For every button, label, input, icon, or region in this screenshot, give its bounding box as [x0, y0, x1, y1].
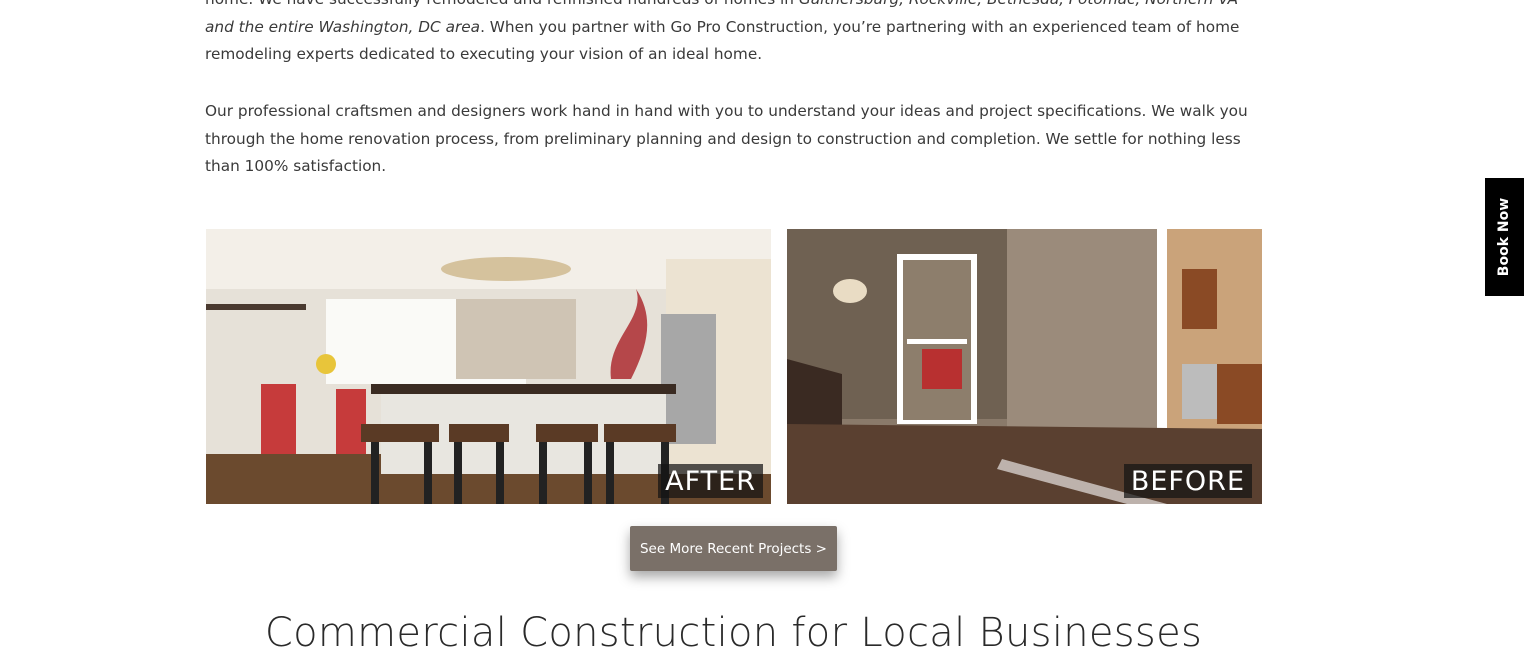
see-more-projects-button[interactable]: See More Recent Projects > [630, 526, 837, 571]
room-before-image [787, 229, 1262, 504]
before-caption: BEFORE [1123, 464, 1252, 498]
intro-paragraph-2: Our professional craftsmen and designers… [205, 102, 1248, 175]
after-photo: AFTER [206, 229, 771, 504]
before-photo: BEFORE [787, 229, 1262, 504]
book-now-label: Book Now [1496, 197, 1513, 277]
intro-paragraph-1: home. We have successfully remodeled and… [205, 0, 1265, 69]
after-caption: AFTER [658, 464, 763, 498]
intro-text-a: home. We have successfully remodeled and… [205, 0, 799, 8]
book-now-tab[interactable]: Book Now [1485, 178, 1524, 296]
kitchen-after-image [206, 229, 771, 504]
section-heading: Commercial Construction for Local Busine… [264, 610, 1203, 656]
